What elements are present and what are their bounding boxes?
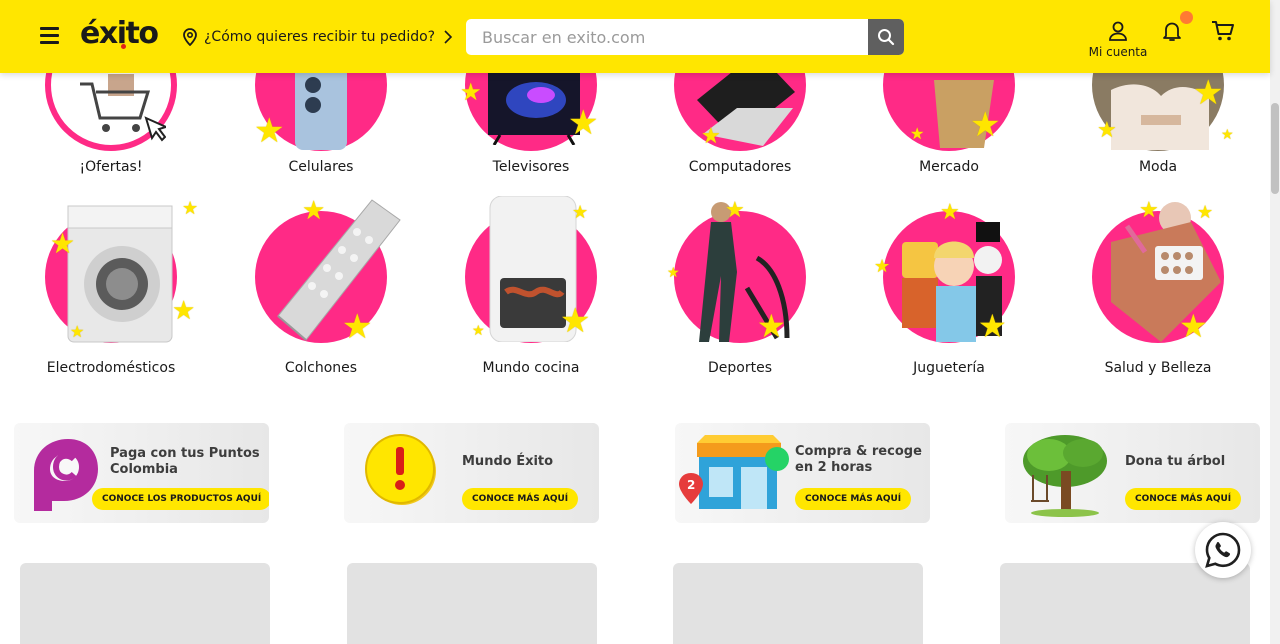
category-mundo-cocina[interactable]: ★ ★ ★ Mundo cocina — [441, 196, 621, 376]
category-salud-belleza[interactable]: ★ ★ ★ Salud y Belleza — [1068, 200, 1248, 376]
search-bar — [466, 19, 904, 55]
loading-card-placeholder — [347, 563, 597, 644]
site-header: éxito ¿Cómo quieres recibir tu pedido? M… — [0, 0, 1270, 73]
banner-dona-arbol[interactable]: Dona tu árbol CONOCE MÁS AQUÍ — [1005, 423, 1260, 523]
search-button[interactable] — [868, 19, 904, 55]
category-image: ★ ★ ★ — [874, 202, 1024, 352]
notifications-button[interactable] — [1160, 19, 1184, 43]
location-pin-icon — [183, 28, 197, 46]
category-image: ★ ★ ★ — [456, 196, 606, 352]
banner-puntos-colombia[interactable]: Paga con tus Puntos Colombia CONOCE LOS … — [14, 423, 269, 523]
menu-icon[interactable] — [40, 27, 59, 44]
exclamation-coin-icon — [365, 434, 436, 505]
category-label: Electrodomésticos — [46, 360, 176, 376]
tree-icon — [1023, 435, 1107, 517]
logo-dot — [121, 44, 126, 49]
category-label: Mundo cocina — [482, 360, 580, 376]
banner-compra-recoge[interactable]: 2 Compra & recoge en 2 horas CONOCE MÁS … — [675, 423, 930, 523]
bell-icon — [1163, 22, 1181, 41]
makeup-bag-icon — [1111, 202, 1221, 342]
category-label: Celulares — [288, 159, 354, 175]
mattress-icon — [277, 199, 401, 341]
category-jugueteria[interactable]: ★ ★ ★ Juguetería — [859, 202, 1039, 376]
delivery-prompt: ¿Cómo quieres recibir tu pedido? — [204, 29, 436, 45]
loading-card-placeholder — [20, 563, 270, 644]
category-image: ★ ★ ★ — [665, 200, 815, 352]
cart-icon — [1212, 21, 1234, 41]
exito-logo[interactable]: éxito — [80, 16, 159, 52]
store-pickup-icon: 2 — [679, 435, 789, 509]
banner-mundo-exito[interactable]: Mundo Éxito CONOCE MÁS AQUÍ — [344, 423, 599, 523]
category-label: Juguetería — [913, 360, 985, 376]
category-image: ★ ★ — [246, 198, 401, 352]
banner-cta-button[interactable]: CONOCE MÁS AQUÍ — [1125, 488, 1242, 510]
banner-cta-button[interactable]: CONOCE LOS PRODUCTOS AQUÍ — [92, 488, 269, 510]
category-image: ★ ★ ★ ★ — [36, 200, 198, 352]
category-label: Moda — [1138, 159, 1178, 175]
category-deportes[interactable]: ★ ★ ★ Deportes — [650, 200, 830, 376]
notification-badge — [1180, 11, 1193, 24]
search-icon — [878, 29, 895, 46]
svg-text:2: 2 — [687, 478, 695, 492]
whatsapp-icon — [1205, 532, 1241, 568]
account-button[interactable]: Mi cuenta — [1084, 18, 1152, 60]
account-label: Mi cuenta — [1088, 45, 1148, 59]
whatsapp-chat-button[interactable] — [1195, 522, 1251, 578]
banner-cta-button[interactable]: CONOCE MÁS AQUÍ — [795, 488, 912, 510]
delivery-selector[interactable]: ¿Cómo quieres recibir tu pedido? — [182, 26, 459, 48]
banner-title: Compra & recoge en 2 horas — [795, 444, 922, 475]
category-label: Deportes — [708, 360, 772, 376]
user-icon — [1109, 21, 1127, 41]
category-label: ¡Ofertas! — [79, 159, 143, 175]
banner-title: Paga con tus Puntos Colombia — [110, 446, 260, 477]
category-label: Salud y Belleza — [1104, 360, 1212, 376]
chevron-right-icon — [444, 30, 453, 44]
category-label: Mercado — [919, 159, 979, 175]
banner-title: Mundo Éxito — [462, 454, 554, 469]
banner-cta-button[interactable]: CONOCE MÁS AQUÍ — [462, 488, 579, 510]
banner-title: Dona tu árbol — [1125, 454, 1226, 469]
scrollbar-thumb[interactable] — [1271, 103, 1279, 194]
category-label: Computadores — [688, 159, 792, 175]
category-electrodomesticos[interactable]: ★ ★ ★ ★ Electrodomésticos — [21, 200, 201, 376]
search-input[interactable] — [466, 19, 862, 55]
shopping-cart-offers-icon — [80, 74, 166, 142]
category-label: Televisores — [492, 159, 570, 175]
category-colchones[interactable]: ★ ★ Colchones — [231, 198, 411, 376]
category-label: Colchones — [284, 360, 358, 376]
category-image: ★ ★ ★ — [1083, 200, 1233, 352]
cart-button[interactable] — [1210, 19, 1236, 43]
puntos-colombia-logo-icon — [34, 439, 98, 511]
loading-card-placeholder — [673, 563, 923, 644]
page-scrollbar[interactable] — [1270, 0, 1280, 644]
